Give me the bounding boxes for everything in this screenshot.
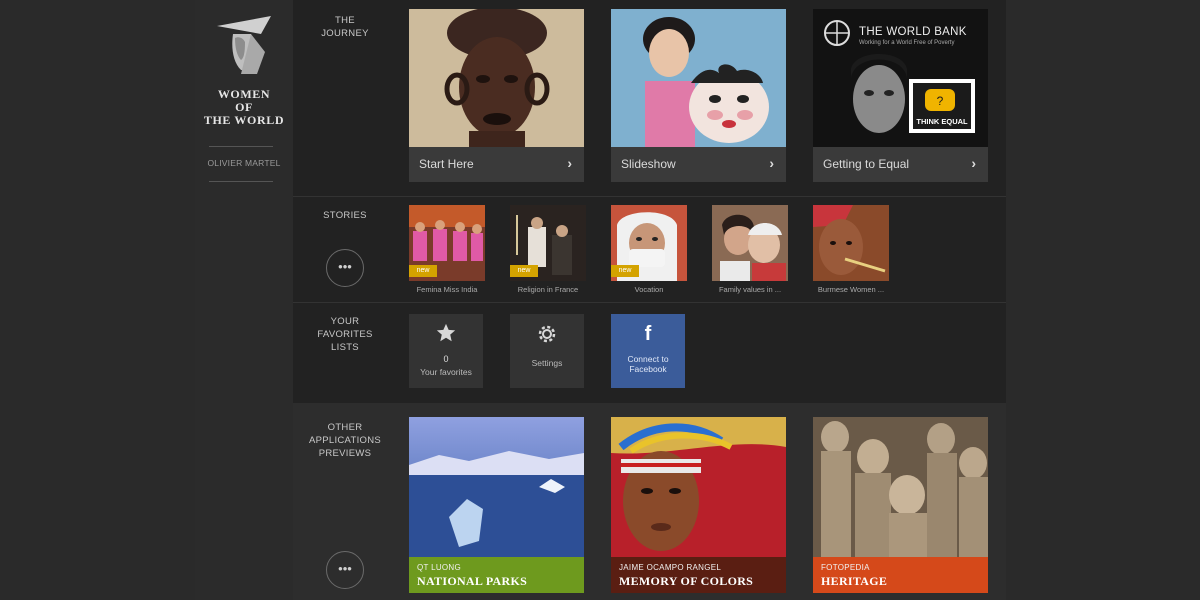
- worldbank-title: THE WORLD BANK: [859, 26, 967, 38]
- story-item[interactable]: Family values in ...: [712, 205, 788, 294]
- journey-card-slideshow[interactable]: Slideshow ›: [611, 9, 786, 182]
- favorites-label: YOUR FAVORITES LISTS: [317, 316, 373, 353]
- journey-label: THE JOURNEY: [321, 15, 369, 39]
- app-title: MEMORY OF COLORS: [619, 574, 754, 588]
- connect-facebook-tile[interactable]: f Connect to Facebook: [611, 314, 685, 388]
- new-badge: new: [611, 265, 639, 277]
- tile-label: Settings: [531, 358, 563, 368]
- journey-card-getting-to-equal[interactable]: ? THE WORLD BANK Working for a World Fre…: [813, 9, 988, 182]
- journey-card-start-here[interactable]: Start Here ›: [409, 9, 584, 182]
- app-preview-national-parks[interactable]: QT LUONG NATIONAL PARKS: [409, 417, 584, 593]
- chevron-right-icon: ›: [769, 155, 774, 171]
- author-link[interactable]: OLIVIER MARTEL: [195, 158, 293, 168]
- app-author: JAIME OCAMPO RANGEL: [619, 563, 722, 572]
- think-equal-label: THINK EQUAL: [916, 117, 968, 126]
- divider: [209, 146, 273, 147]
- app-author: FOTOPEDIA: [821, 563, 870, 572]
- story-caption: Vocation: [634, 285, 664, 294]
- app-preview-memory-of-colors[interactable]: JAIME OCAMPO RANGEL MEMORY OF COLORS: [611, 417, 786, 593]
- other-apps-label: OTHER APPLICATIONS PREVIEWS: [308, 422, 382, 459]
- tile-label: Connect to Facebook: [627, 354, 669, 374]
- new-badge: new: [510, 265, 538, 277]
- world-bank-image: ? THE WORLD BANK Working for a World Fre…: [813, 9, 988, 147]
- more-apps-button[interactable]: •••: [326, 551, 364, 589]
- story-caption: Femina Miss India: [416, 285, 478, 294]
- divider: [209, 181, 273, 182]
- chevron-right-icon: ›: [971, 155, 976, 171]
- star-icon: [409, 322, 483, 346]
- your-favorites-tile[interactable]: 0 Your favorites: [409, 314, 483, 388]
- app-preview-heritage[interactable]: FOTOPEDIA HERITAGE: [813, 417, 988, 593]
- story-caption: Burmese Women ...: [817, 285, 885, 294]
- story-item[interactable]: new Femina Miss India: [409, 205, 485, 294]
- story-item[interactable]: new Vocation: [611, 205, 687, 294]
- right-margin: [1006, 0, 1200, 600]
- girl-with-mask-image: [611, 9, 786, 147]
- svg-text:?: ?: [937, 94, 944, 108]
- stories-label: STORIES: [323, 210, 367, 221]
- story-item[interactable]: Burmese Women ...: [813, 205, 889, 294]
- favorites-section: YOUR FAVORITES LISTS 0 Your favorites Se…: [293, 303, 1006, 403]
- chevron-right-icon: ›: [567, 155, 572, 171]
- more-stories-button[interactable]: •••: [326, 249, 364, 287]
- facebook-icon: f: [644, 323, 652, 345]
- favorites-count: 0: [443, 354, 449, 364]
- app-title: NATIONAL PARKS: [417, 574, 528, 588]
- sidebar: WOMEN OF THE WORLD OLIVIER MARTEL: [195, 0, 293, 600]
- story-thumbnail: [813, 205, 889, 281]
- app-author: QT LUONG: [417, 563, 462, 572]
- story-caption: Religion in France: [517, 285, 579, 294]
- heritage-image: [813, 417, 988, 557]
- app-title: HERITAGE: [821, 574, 888, 588]
- journey-section: THE JOURNEY Start Here › Slideshow › ? T…: [293, 0, 1006, 197]
- portrait-image: [409, 9, 584, 147]
- settings-tile[interactable]: Settings: [510, 314, 584, 388]
- other-apps-section: OTHER APPLICATIONS PREVIEWS ••• QT LUONG…: [293, 403, 1006, 600]
- app-caption-bar: FOTOPEDIA HERITAGE: [813, 557, 988, 593]
- app-caption-bar: QT LUONG NATIONAL PARKS: [409, 557, 584, 593]
- stories-section: STORIES ••• new Femina Miss India new Re…: [293, 197, 1006, 303]
- card-title: Getting to Equal: [823, 157, 910, 171]
- worldbank-subtitle: Working for a World Free of Poverty: [859, 40, 955, 46]
- app-caption-bar: JAIME OCAMPO RANGEL MEMORY OF COLORS: [611, 557, 786, 593]
- new-badge: new: [409, 265, 437, 277]
- national-parks-image: [409, 417, 584, 557]
- card-title: Start Here: [419, 157, 474, 171]
- card-title: Slideshow: [621, 157, 676, 171]
- gear-icon: [510, 322, 584, 346]
- app-title: WOMEN OF THE WORLD: [203, 87, 285, 127]
- story-caption: Family values in ...: [718, 285, 782, 294]
- story-thumbnail: [712, 205, 788, 281]
- memory-of-colors-image: [611, 417, 786, 557]
- story-item[interactable]: new Religion in France: [510, 205, 586, 294]
- tile-label: Your favorites: [420, 367, 472, 377]
- woman-in-conical-hat-icon: [217, 16, 271, 74]
- main-content: THE JOURNEY Start Here › Slideshow › ? T…: [293, 0, 1006, 600]
